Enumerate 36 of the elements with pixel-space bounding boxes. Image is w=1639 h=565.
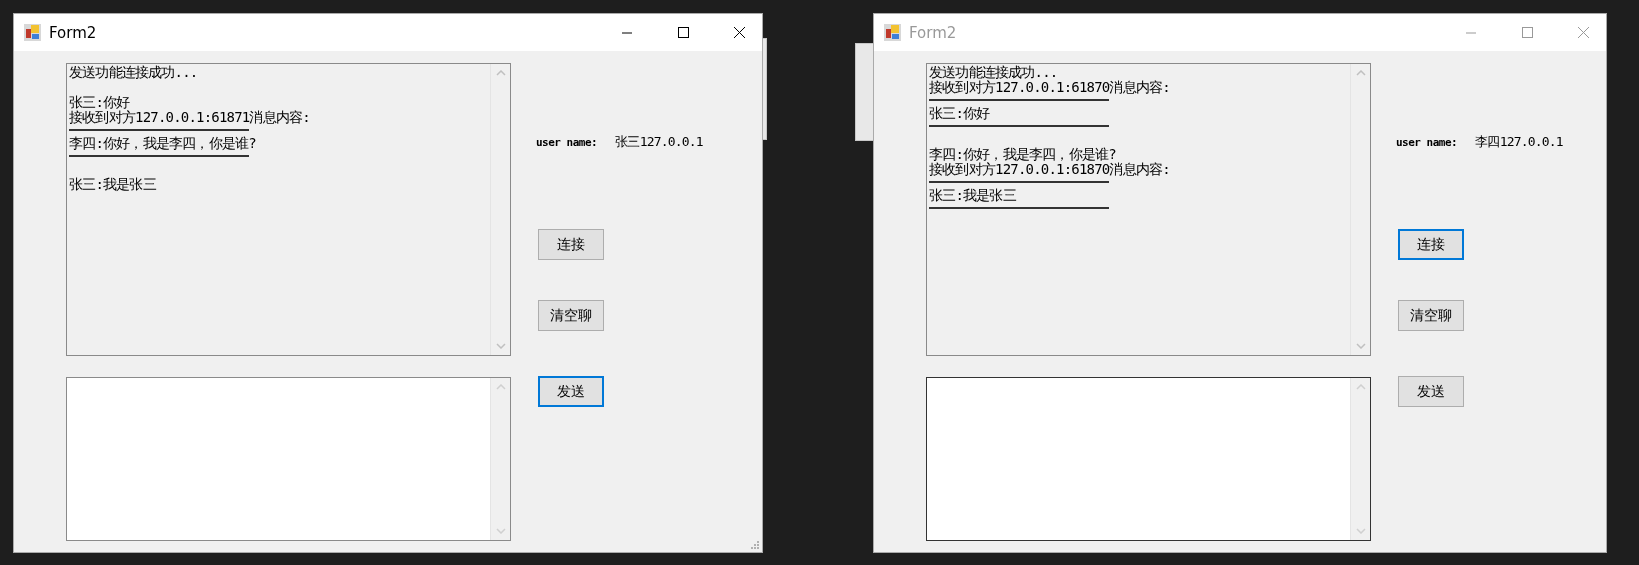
scroll-up-icon[interactable] [495, 384, 506, 390]
chat-line: 李四:你好，我是李四，你是谁? [929, 147, 1116, 162]
button[interactable]: 发送 [538, 376, 604, 407]
chat-line: 张三:我是张三 [929, 188, 1017, 203]
button[interactable]: 清空聊 [538, 300, 604, 331]
chat-line: 张三:你好 [69, 95, 130, 110]
scroll-down-icon[interactable] [1355, 343, 1366, 349]
button[interactable]: 连接 [538, 229, 604, 260]
user-name-value: 李四127.0.0.1 [1475, 133, 1563, 151]
scroll-down-icon[interactable] [495, 528, 506, 534]
scroll-up-icon[interactable] [1355, 70, 1366, 76]
scroll-down-icon[interactable] [495, 343, 506, 349]
chat-line: 接收到对方127.0.0.1:61870消息内容: [929, 162, 1171, 177]
chat-line: 发送功能连接成功... [929, 65, 1059, 80]
scroll-up-icon[interactable] [495, 70, 506, 76]
user-name-value: 张三127.0.0.1 [615, 133, 703, 151]
chat-line: 张三:我是张三 [69, 177, 157, 192]
message-input[interactable] [926, 377, 1371, 541]
chat-line: 发送功能连接成功... [69, 65, 199, 80]
user-name-label: user name: [1396, 135, 1458, 149]
window-title: Form2 [909, 23, 957, 42]
chat-line: 李四:你好，我是李四，你是谁? [69, 136, 257, 151]
button[interactable]: 连接 [1398, 229, 1464, 260]
chat-line: 接收到对方127.0.0.1:61871消息内容: [69, 110, 311, 125]
scroll-up-icon[interactable] [1355, 384, 1366, 390]
button[interactable]: 发送 [1398, 376, 1464, 407]
chat-line: 张三:你好 [929, 106, 991, 121]
app-icon [24, 24, 41, 41]
user-name-label: user name: [536, 135, 598, 149]
app-icon [884, 24, 901, 41]
resize-grip-icon[interactable] [750, 540, 759, 549]
chat-line: 接收到对方127.0.0.1:61870消息内容: [929, 80, 1171, 95]
button[interactable]: 清空聊 [1398, 300, 1464, 331]
scroll-down-icon[interactable] [1355, 528, 1366, 534]
message-input[interactable] [66, 377, 511, 541]
window-title: Form2 [49, 23, 97, 42]
